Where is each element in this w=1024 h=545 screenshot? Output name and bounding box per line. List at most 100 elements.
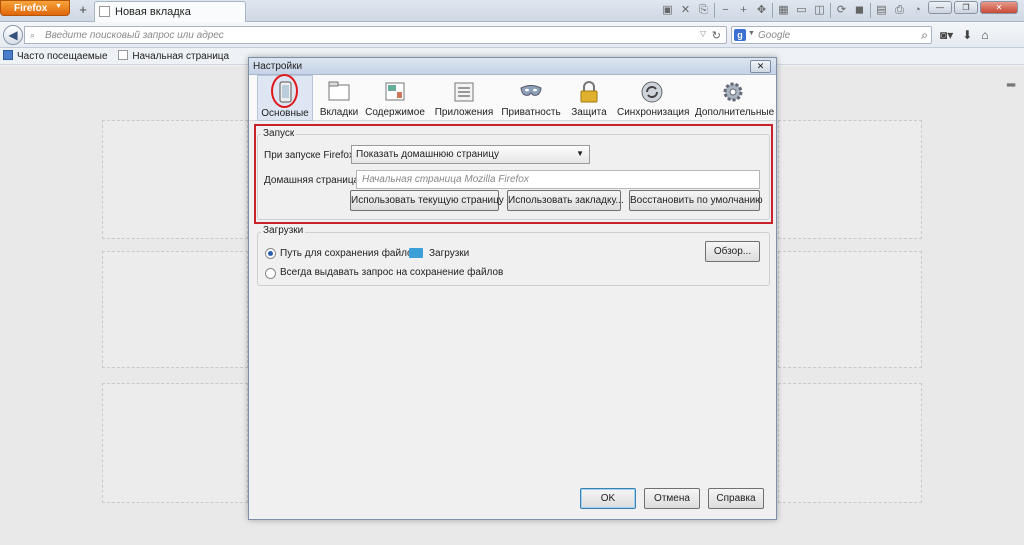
pane-label: Дополнительные: [695, 107, 775, 118]
tile-placeholder[interactable]: [778, 120, 922, 239]
chevron-down-icon: ▼: [55, 3, 62, 10]
tab-content[interactable]: Содержимое: [365, 75, 425, 121]
zoom-in-icon[interactable]: +: [736, 3, 751, 18]
settings-pane-toolbar: Основные Вкладки Содержимое Приложения П…: [249, 74, 776, 121]
tab-strip: Firefox ▼ + Новая вкладка ▣ ✕ ⎘ − + ✥ ▦ …: [0, 0, 1024, 22]
download-folder-name: Загрузки: [429, 248, 470, 259]
tab-sync[interactable]: Синхронизация: [617, 75, 690, 121]
print-icon[interactable]: ⎙: [892, 3, 907, 18]
layout-icon[interactable]: ◫: [812, 3, 827, 18]
highlight-circle: [271, 74, 298, 108]
pane-label: Защита: [571, 107, 607, 118]
url-input[interactable]: Введите поисковый запрос или адрес: [45, 30, 224, 41]
tile-placeholder[interactable]: [778, 251, 922, 368]
screenshot-icon[interactable]: ▣: [660, 3, 675, 18]
pane-label: Содержимое: [365, 107, 425, 118]
pane-label: Основные: [261, 108, 309, 119]
sync-icon: [641, 81, 663, 103]
applications-icon: [454, 82, 474, 102]
lock-icon: [580, 81, 598, 103]
separator: [830, 3, 831, 18]
window-icon[interactable]: ▭: [794, 3, 809, 18]
google-icon[interactable]: g: [734, 29, 746, 41]
page-icon: [118, 50, 129, 60]
grid-icon[interactable]: ▪▪▪: [1006, 77, 1016, 92]
tab-security[interactable]: Защита: [567, 75, 611, 121]
history-dropdown-icon[interactable]: ▽: [700, 29, 706, 38]
separator: [870, 3, 871, 18]
dialog-title: Настройки: [253, 61, 303, 72]
tile-placeholder[interactable]: [102, 120, 248, 239]
tiles-icon[interactable]: ▦: [776, 3, 791, 18]
firefox-menu-button[interactable]: Firefox ▼: [0, 0, 70, 16]
settings-dialog: Настройки ✕ Основные Вкладки Содержимое …: [248, 57, 777, 520]
save-path-radio[interactable]: [265, 248, 276, 259]
page-icon: [99, 6, 110, 17]
firefox-menu-label: Firefox: [14, 3, 48, 14]
highlight-box: [254, 124, 773, 224]
sync-icon[interactable]: ⟳: [834, 3, 849, 18]
bookmark-most-visited[interactable]: Часто посещаемые: [3, 50, 108, 62]
tab-tabs[interactable]: Вкладки: [315, 75, 363, 121]
move-icon[interactable]: ✥: [754, 3, 769, 18]
clipboard-icon[interactable]: ⎘: [696, 3, 711, 18]
pane-label: Приложения: [434, 107, 494, 118]
pane-label: Вкладки: [319, 107, 359, 118]
stop-icon[interactable]: ◼: [852, 3, 867, 18]
ok-button[interactable]: OK: [580, 488, 636, 509]
tab-general[interactable]: Основные: [257, 74, 313, 121]
window-controls: — ❐ ✕: [928, 1, 1018, 14]
search-icon: ⌕: [30, 30, 36, 40]
always-ask-label: Всегда выдавать запрос на сохранение фай…: [280, 267, 504, 278]
dialog-close-button[interactable]: ✕: [750, 60, 771, 73]
mask-icon: [520, 85, 542, 96]
back-button[interactable]: ◀: [3, 25, 23, 45]
tile-placeholder[interactable]: [778, 383, 922, 503]
search-input[interactable]: Google: [758, 30, 790, 41]
search-bar[interactable]: g ▼ Google ⌕: [731, 26, 932, 44]
url-bar[interactable]: ⌕ Введите поисковый запрос или адрес ▽ ↻: [24, 26, 727, 44]
bookmark-label: Часто посещаемые: [17, 51, 108, 62]
close-window-button[interactable]: ✕: [980, 1, 1018, 14]
tab-new-tab[interactable]: Новая вкладка: [94, 1, 246, 22]
tile-placeholder[interactable]: [102, 383, 248, 503]
bookmark-label: Начальная страница: [132, 51, 230, 62]
close-icon[interactable]: ✕: [678, 3, 693, 18]
magnifier-icon[interactable]: ⌕: [921, 28, 928, 43]
zoom-out-icon[interactable]: −: [718, 3, 733, 18]
tab-privacy[interactable]: Приватность: [501, 75, 561, 121]
dialog-titlebar: Настройки ✕: [249, 58, 776, 75]
always-ask-radio[interactable]: [265, 268, 276, 279]
pane-label: Синхронизация: [617, 107, 690, 118]
cancel-button[interactable]: Отмена: [644, 488, 700, 509]
tab-applications[interactable]: Приложения: [433, 75, 495, 121]
browse-button[interactable]: Обзор...: [705, 241, 760, 262]
content-icon: [385, 82, 405, 101]
reload-icon[interactable]: ↻: [712, 29, 721, 42]
tab-advanced[interactable]: Дополнительные: [695, 75, 775, 121]
bookmarks-menu-icon[interactable]: ◙▾: [940, 27, 953, 43]
rss-icon[interactable]: ◔: [910, 3, 925, 18]
tile-placeholder[interactable]: [102, 251, 248, 368]
maximize-button[interactable]: ❐: [954, 1, 978, 14]
chevron-down-icon[interactable]: ▼: [748, 30, 755, 37]
help-button[interactable]: Справка: [708, 488, 764, 509]
gear-icon: [723, 82, 743, 102]
tabs-icon: [328, 81, 350, 101]
navigation-bar: ◀ ⌕ Введите поисковый запрос или адрес ▽…: [0, 22, 1024, 48]
pane-label: Приватность: [501, 107, 561, 118]
downloads-legend: Загрузки: [261, 225, 306, 236]
new-tab-button[interactable]: +: [76, 3, 90, 17]
toolbar-icons: ▣ ✕ ⎘ − + ✥ ▦ ▭ ◫ ⟳ ◼ ▤ ⎙ ◔ »: [660, 3, 943, 18]
bookmark-folder-icon: [3, 50, 13, 60]
home-icon[interactable]: ⌂: [981, 27, 988, 43]
minimize-button[interactable]: —: [928, 1, 952, 14]
folder-icon: [409, 248, 423, 258]
save-path-label: Путь для сохранения файлов: [280, 248, 418, 259]
nav-right-buttons: ◙▾ ⬇ ⌂: [940, 27, 989, 43]
save-icon[interactable]: ▤: [874, 3, 889, 18]
bookmark-start-page[interactable]: Начальная страница: [118, 50, 229, 62]
separator: [772, 3, 773, 18]
separator: [714, 3, 715, 18]
downloads-icon[interactable]: ⬇: [962, 27, 972, 43]
